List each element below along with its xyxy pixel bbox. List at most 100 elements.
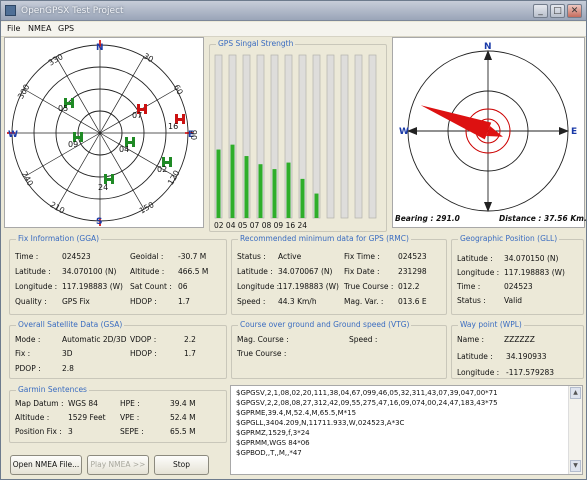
fix-quality-label: Quality :: [15, 297, 47, 306]
gsa-fix-value: 3D: [62, 349, 73, 358]
nmea-line: $GPRME,39.4,M,52.4,M,65.5,M*15: [236, 409, 357, 417]
signal-bar-fill: [286, 162, 291, 218]
gll-longitude-value: 117.198883 (W): [504, 268, 565, 277]
gsa-mode-label: Mode :: [15, 335, 41, 344]
signal-bar-track: [368, 54, 377, 219]
rmc-speed-value: 44.3 Km/h: [278, 297, 317, 306]
title-bar[interactable]: OpenGPSX Test Project _ □ ✕: [1, 1, 586, 21]
garmin-hpe-label: HPE :: [120, 399, 140, 408]
gll-time-label: Time :: [457, 282, 481, 291]
satellite-04-label: 04: [119, 145, 129, 154]
garmin-hpe-value: 39.4 M: [170, 399, 196, 408]
garmin-group: Garmin Sentences Map Datum : WGS 84 Alti…: [9, 385, 227, 443]
menu-nmea[interactable]: NMEA: [28, 24, 51, 33]
fix-geoidal-label: Geoidal :: [130, 252, 164, 261]
open-nmea-file-button[interactable]: Open NMEA File...: [10, 455, 82, 475]
satellite-24-label: 24: [98, 183, 108, 192]
fix-quality-value: GPS Fix: [62, 297, 90, 306]
scroll-down-arrow-icon[interactable]: ▼: [570, 460, 581, 472]
signal-bar-track: [354, 54, 363, 219]
garmin-altitude-value: 1529 Feet: [68, 413, 106, 422]
rmc-title: Recommended minimum data for GPS (RMC): [238, 234, 411, 244]
signal-bar-fill: [216, 149, 221, 218]
nmea-line: $GPGLL,3404.209,N,11711.933,W,024523,A*3…: [236, 419, 405, 427]
wpl-name-label: Name :: [457, 335, 485, 344]
nmea-line: $GPGSV,2,1,08,02,20,111,38,04,67,099,46,…: [236, 389, 498, 397]
gll-title: Geographic Position (GLL): [458, 234, 560, 244]
fix-longitude-label: Longitude :: [15, 282, 58, 291]
stop-button[interactable]: Stop: [154, 455, 209, 475]
garmin-title: Garmin Sentences: [16, 385, 89, 395]
rmc-latitude-value: 34.070067 (N): [278, 267, 333, 276]
gsa-title: Overall Satellite Data (GSA): [16, 320, 125, 330]
rmc-magvar-label: Mag. Var. :: [344, 297, 384, 306]
play-nmea-button[interactable]: Play NMEA >>: [87, 455, 149, 475]
wpl-name-value: ZZZZZZ: [504, 335, 535, 344]
fix-latitude-value: 34.070100 (N): [62, 267, 117, 276]
rmc-longitude-value: 117.198883 (W): [278, 282, 339, 291]
bearing-readout: Bearing : 291.0: [395, 214, 460, 223]
sky-degree-150: 150: [138, 200, 156, 215]
rmc-course-value: 012.2: [398, 282, 420, 291]
distance-readout: Distance : 37.56 Km.: [499, 214, 587, 223]
menu-gps[interactable]: GPS: [58, 24, 74, 33]
rmc-speed-label: Speed :: [237, 297, 266, 306]
fix-satcount-value: 06: [178, 282, 188, 291]
rmc-magvar-value: 013.6 E: [398, 297, 427, 306]
vtg-speed-label: Speed :: [349, 335, 378, 344]
sky-view-panel: N E S W 30 60 90 120 150 210 240 300 330…: [4, 37, 204, 228]
satellite-02-label: 02: [157, 165, 167, 174]
wpl-longitude-value: -117.579283: [506, 368, 555, 377]
gsa-mode-value: Automatic 2D/3D: [62, 335, 127, 344]
compass-west-label: W: [399, 127, 409, 137]
signal-bar-fill: [258, 164, 263, 218]
satellite-02[interactable]: 02: [157, 157, 172, 174]
wpl-longitude-label: Longitude :: [457, 368, 500, 377]
gll-group: Geographic Position (GLL) Latitude : 34.…: [451, 234, 584, 315]
rmc-fixtime-value: 024523: [398, 252, 427, 261]
rmc-longitude-label: Longitude :: [237, 282, 280, 291]
gll-latitude-label: Latitude :: [457, 254, 493, 263]
satellite-16[interactable]: 16: [168, 114, 185, 131]
scroll-up-arrow-icon[interactable]: ▲: [570, 387, 581, 399]
gll-latitude-value: 34.070150 (N): [504, 254, 559, 263]
signal-strength-bars: [214, 54, 377, 219]
satellite-09[interactable]: 09: [68, 132, 83, 149]
satellite-07-label: 07: [132, 111, 142, 120]
garmin-sepe-value: 65.5 M: [170, 427, 196, 436]
fix-hdop-label: HDOP :: [130, 297, 157, 306]
nmea-line: $GPGSV,2,2,08,08,27,312,42,09,55,275,47,…: [236, 399, 498, 407]
garmin-sepe-label: SEPE :: [120, 427, 144, 436]
wpl-title: Way point (WPL): [458, 320, 524, 330]
gsa-hdop-label: HDOP :: [130, 349, 157, 358]
close-button[interactable]: ✕: [567, 4, 582, 18]
signal-bar-track: [340, 54, 349, 219]
nmea-line: $GPRMM,WGS 84*06: [236, 439, 310, 447]
satellite-07[interactable]: 07: [132, 104, 147, 120]
menu-file[interactable]: File: [7, 24, 20, 33]
signal-bar-fill: [230, 144, 235, 218]
gll-status-value: Valid: [504, 296, 523, 305]
gsa-fix-label: Fix :: [15, 349, 31, 358]
nmea-line: $GPBOD,,T,,M,,*47: [236, 449, 302, 457]
rmc-fixdate-label: Fix Date :: [344, 267, 380, 276]
garmin-posfix-value: 3: [68, 427, 73, 436]
signal-bar-fill: [300, 178, 305, 218]
gsa-vdop-label: VDOP :: [130, 335, 157, 344]
maximize-button[interactable]: □: [550, 4, 565, 18]
vtg-title: Course over ground and Ground speed (VTG…: [238, 320, 412, 330]
minimize-button[interactable]: _: [533, 4, 548, 18]
sky-degree-90: 90: [189, 130, 198, 140]
fix-hdop-value: 1.7: [178, 297, 190, 306]
vtg-group: Course over ground and Ground speed (VTG…: [231, 320, 447, 379]
signal-bar-fill: [314, 193, 319, 218]
fix-information-title: Fix Information (GGA): [16, 234, 102, 244]
satellite-05[interactable]: 05: [58, 98, 74, 113]
app-window: OpenGPSX Test Project _ □ ✕ File NMEA GP…: [0, 0, 587, 480]
fix-satcount-label: Sat Count :: [130, 282, 172, 291]
nmea-log-textarea[interactable]: $GPGSV,2,1,08,02,20,111,38,04,67,099,46,…: [230, 385, 583, 475]
rmc-status-value: Active: [278, 252, 302, 261]
vertical-scrollbar[interactable]: ▲ ▼: [568, 386, 582, 474]
nmea-line: $GPRMZ,1529,f,3*24: [236, 429, 310, 437]
rmc-fixdate-value: 231298: [398, 267, 427, 276]
